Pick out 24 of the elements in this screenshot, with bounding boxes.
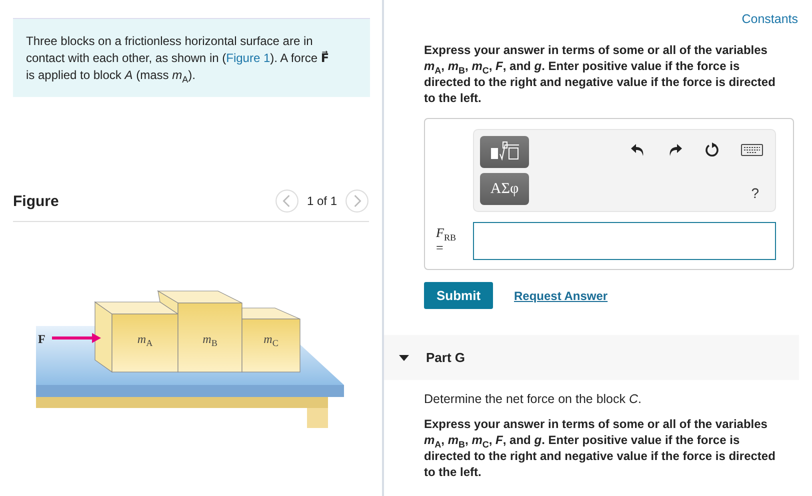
figure-title: Figure: [13, 192, 59, 210]
page-indicator: 1 of 1: [306, 194, 337, 208]
symbols-button[interactable]: ΑΣφ: [480, 173, 529, 205]
part-title: Part G: [426, 350, 466, 365]
square-root-template-icon: [490, 141, 520, 163]
answer-instructions: Express your answer in terms of some or all of the variables m$_{A}$, m$_{B}$, m$_{C}$, F, and g. Enter positive value if the force is directed to the right and negative value if the force is directed to the left.: [424, 416, 776, 480]
help-button[interactable]: ?: [751, 185, 763, 201]
answer-instructions: Express your answer in terms of some or all of the variables m$_{A}$, m$_{B}$, m$_{C}$, F, and g. Enter positive value if the force is directed to the right and negative value if the force is directed to the left.: [424, 42, 776, 106]
reset-icon[interactable]: [704, 142, 720, 158]
problem-statement: Three blocks on a frictionless horizontal surface are in contact with each other, as shown in (Figure 1). A force F⃗ is applied to block A (mass m$_{A}$).: [13, 18, 370, 97]
blocks-on-table-drawing: F⃗ m$_{A}$ m$_{B}$ m$_{C}$: [30, 284, 350, 434]
figure-link[interactable]: Figure 1: [226, 51, 270, 65]
part-header[interactable]: Part G: [384, 335, 799, 380]
keyboard-icon[interactable]: [741, 144, 763, 156]
request-answer-link[interactable]: Request Answer: [514, 288, 608, 302]
submit-button[interactable]: Submit: [424, 282, 493, 309]
answer-label: F$_{RB}$ =: [436, 225, 457, 255]
answer-field[interactable]: [472, 222, 776, 260]
caret-icon[interactable]: [399, 354, 409, 360]
redo-icon[interactable]: [667, 142, 683, 158]
template-button[interactable]: [480, 136, 529, 168]
question-text: Determine the net force on the block C.: [424, 392, 642, 406]
undo-icon[interactable]: [630, 142, 646, 158]
constants-link[interactable]: Constants: [742, 12, 798, 26]
